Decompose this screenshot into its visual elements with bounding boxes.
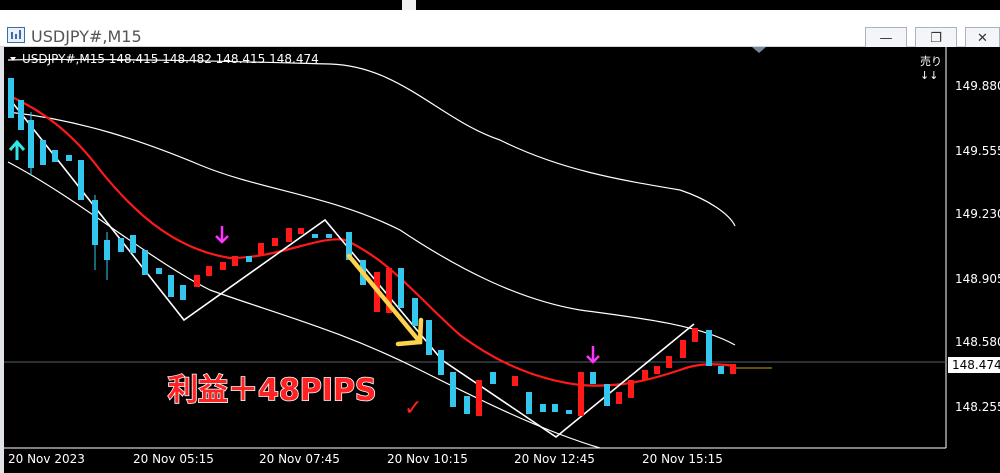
price-tick: 149.230 xyxy=(955,207,1000,221)
time-tick: 20 Nov 05:15 xyxy=(133,452,214,466)
time-tick: 20 Nov 12:45 xyxy=(514,452,595,466)
time-tick: 20 Nov 07:45 xyxy=(259,452,340,466)
sell-signal-arrow-icon xyxy=(586,346,600,364)
price-tick: 148.580 xyxy=(955,335,1000,349)
expert-advisor-arrows: ↓↓ xyxy=(920,69,938,82)
sell-signal-arrow-icon xyxy=(215,226,229,244)
price-tick: 148.905 xyxy=(955,272,1000,286)
price-tick: 148.255 xyxy=(955,400,1000,414)
expert-advisor-label: 売り xyxy=(920,55,942,68)
time-tick: 20 Nov 15:15 xyxy=(642,452,723,466)
time-tick: 20 Nov 10:15 xyxy=(387,452,468,466)
chart-header-info: USDJPY#,M15 148.415 148.482 148.415 148.… xyxy=(22,52,319,66)
bollinger-middle-band xyxy=(7,111,736,346)
time-tick: 20 Nov 2023 xyxy=(8,452,85,466)
candlestick-series xyxy=(8,78,736,416)
profit-annotation: 利益＋48PIPS xyxy=(168,373,377,408)
time-axis: 20 Nov 2023 20 Nov 05:15 20 Nov 07:45 20… xyxy=(8,452,723,466)
buy-signal-arrow-icon xyxy=(8,139,26,160)
checkmark-icon: ✓ xyxy=(404,396,422,421)
price-chart[interactable]: USDJPY#,M15 148.415 148.482 148.415 148.… xyxy=(0,0,1000,473)
current-price-label: 148.474 xyxy=(948,357,1000,373)
price-tick: 149.555 xyxy=(955,144,1000,158)
chart-shift-marker xyxy=(752,47,766,53)
price-tick: 149.880 xyxy=(955,79,1000,93)
trend-down-arrow-icon xyxy=(346,253,424,347)
bollinger-upper-band xyxy=(7,58,736,227)
